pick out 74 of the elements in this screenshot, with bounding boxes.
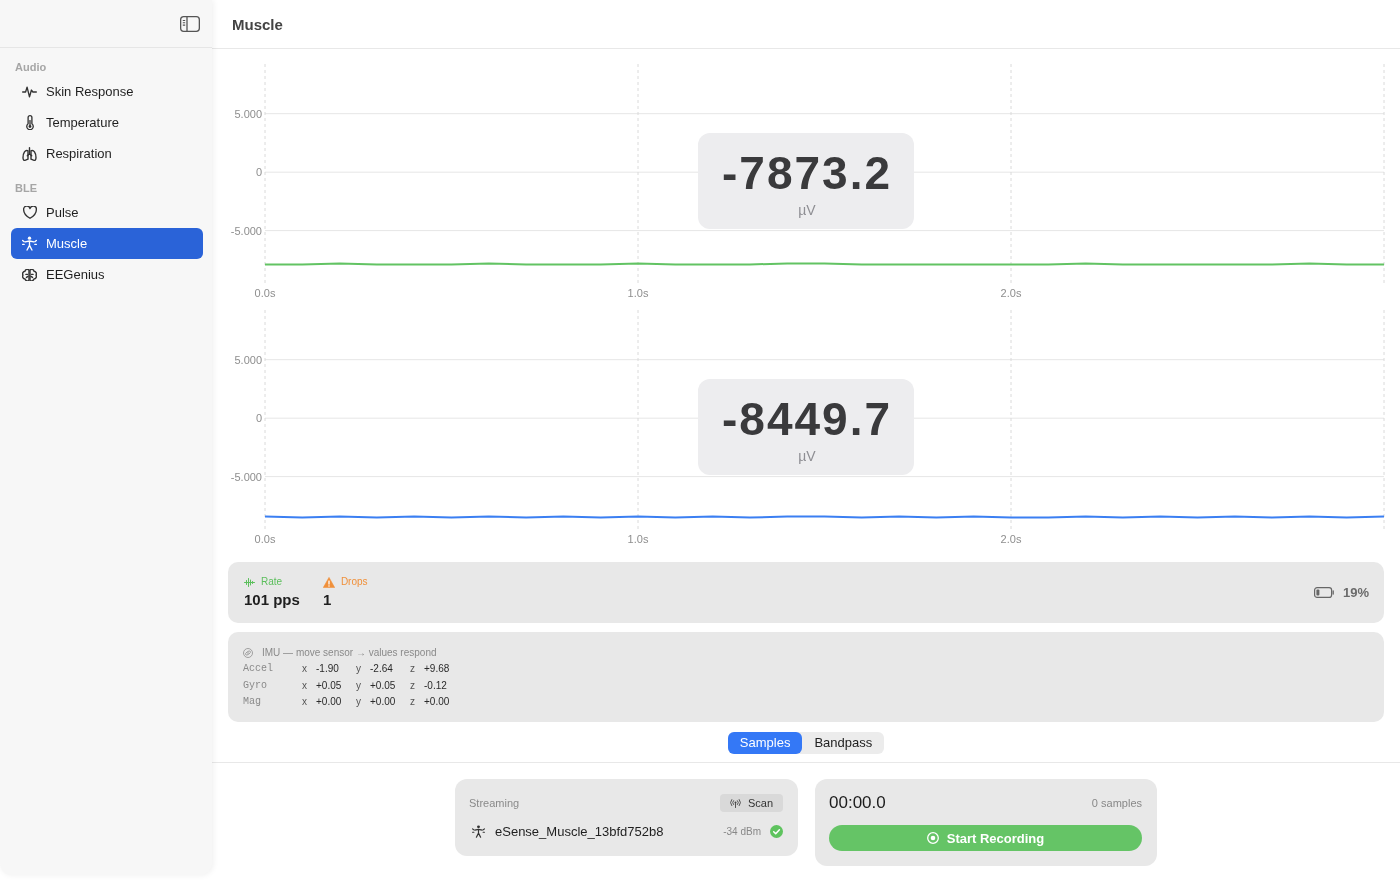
- figure-icon: [22, 236, 37, 251]
- scan-button[interactable]: Scan: [719, 794, 783, 812]
- axis-value: -2.64: [370, 662, 393, 676]
- axis-letter: y: [356, 678, 361, 693]
- axis-letter: x: [302, 695, 307, 709]
- elapsed-time: 00:00.0: [829, 793, 886, 813]
- gyroscope-icon: [243, 648, 253, 658]
- tab[interactable]: Samples: [727, 732, 803, 754]
- stat-label: Rate: [261, 576, 283, 588]
- device-name: eSense_Muscle_13bfd752b8: [495, 823, 664, 839]
- stat-label: Drops: [340, 576, 368, 588]
- thermometer-icon: [25, 115, 34, 130]
- axis-value: +0.05: [316, 678, 342, 693]
- axis-value: +0.00: [316, 695, 342, 709]
- lungs-icon: [22, 146, 37, 161]
- x-tick-label: 1.0s: [627, 533, 649, 545]
- page-title: Muscle: [232, 15, 283, 33]
- sidebar-item[interactable]: Skin Response: [11, 76, 203, 107]
- figure-icon: [472, 824, 485, 838]
- axis-letter: y: [356, 695, 361, 709]
- unit-label: µV: [798, 202, 816, 218]
- warning-icon: [322, 576, 335, 588]
- sidebar-item[interactable]: Respiration: [11, 138, 203, 169]
- axis-letter: z: [410, 695, 415, 709]
- axis-letter: x: [302, 678, 307, 693]
- y-tick-label: 5.000: [234, 353, 262, 366]
- axis-value: -0.12: [424, 678, 447, 693]
- sidebar-item[interactable]: Temperature: [11, 107, 203, 138]
- axis-value: +9.68: [424, 662, 450, 676]
- waveform-icon: [22, 85, 37, 98]
- stat-value: 101 pps: [244, 591, 300, 609]
- y-tick-label: 0: [255, 166, 262, 179]
- stat-value: 1: [322, 591, 332, 609]
- x-tick-label: 0.0s: [254, 287, 276, 299]
- axis-letter: x: [302, 662, 307, 676]
- unit-label: µV: [798, 448, 816, 464]
- axis-letter: z: [410, 662, 415, 676]
- sample-count: 0 samples: [1091, 797, 1142, 809]
- tab[interactable]: Bandpass: [802, 732, 885, 754]
- sensor-label: Accel: [243, 662, 273, 676]
- y-tick-label: -5.000: [230, 470, 262, 483]
- sidebar-item[interactable]: Muscle: [11, 228, 203, 259]
- axis-value: +0.00: [370, 695, 396, 709]
- sidebar-item[interactable]: EEGenius: [11, 259, 203, 290]
- battery-percentage: 19%: [1342, 585, 1369, 600]
- heart-icon: [22, 206, 37, 219]
- readout-value: -7873.2: [722, 148, 892, 198]
- section-header: BLE: [15, 181, 37, 196]
- axis-letter: z: [410, 678, 415, 693]
- signal-strength: -34 dBm: [723, 825, 761, 837]
- sidebar-toggle-icon[interactable]: [180, 15, 200, 32]
- readout-value: -8449.7: [722, 394, 892, 444]
- battery-icon: [1313, 587, 1334, 598]
- imu-caption: IMU — move sensor → values respond: [262, 647, 437, 659]
- sensor-label: Mag: [243, 695, 261, 709]
- x-tick-label: 1.0s: [627, 287, 649, 299]
- sidebar-item[interactable]: Pulse: [11, 197, 203, 228]
- brain-icon: [22, 268, 37, 281]
- y-tick-label: 5.000: [234, 107, 262, 120]
- section-header: Audio: [15, 60, 47, 75]
- axis-value: -1.90: [316, 662, 339, 676]
- waveform-icon: [244, 576, 255, 588]
- connection-status: Streaming: [469, 797, 520, 809]
- axis-value: +0.00: [424, 695, 450, 709]
- x-tick-label: 2.0s: [1000, 533, 1022, 545]
- axis-value: +0.05: [370, 678, 396, 693]
- y-tick-label: 0: [255, 412, 262, 425]
- sensor-label: Gyro: [243, 678, 267, 693]
- axis-letter: y: [356, 662, 361, 676]
- antenna-icon: [729, 798, 741, 808]
- y-tick-label: -5.000: [230, 224, 262, 237]
- record-icon: [926, 832, 939, 844]
- x-tick-label: 0.0s: [254, 533, 276, 545]
- x-tick-label: 2.0s: [1000, 287, 1022, 299]
